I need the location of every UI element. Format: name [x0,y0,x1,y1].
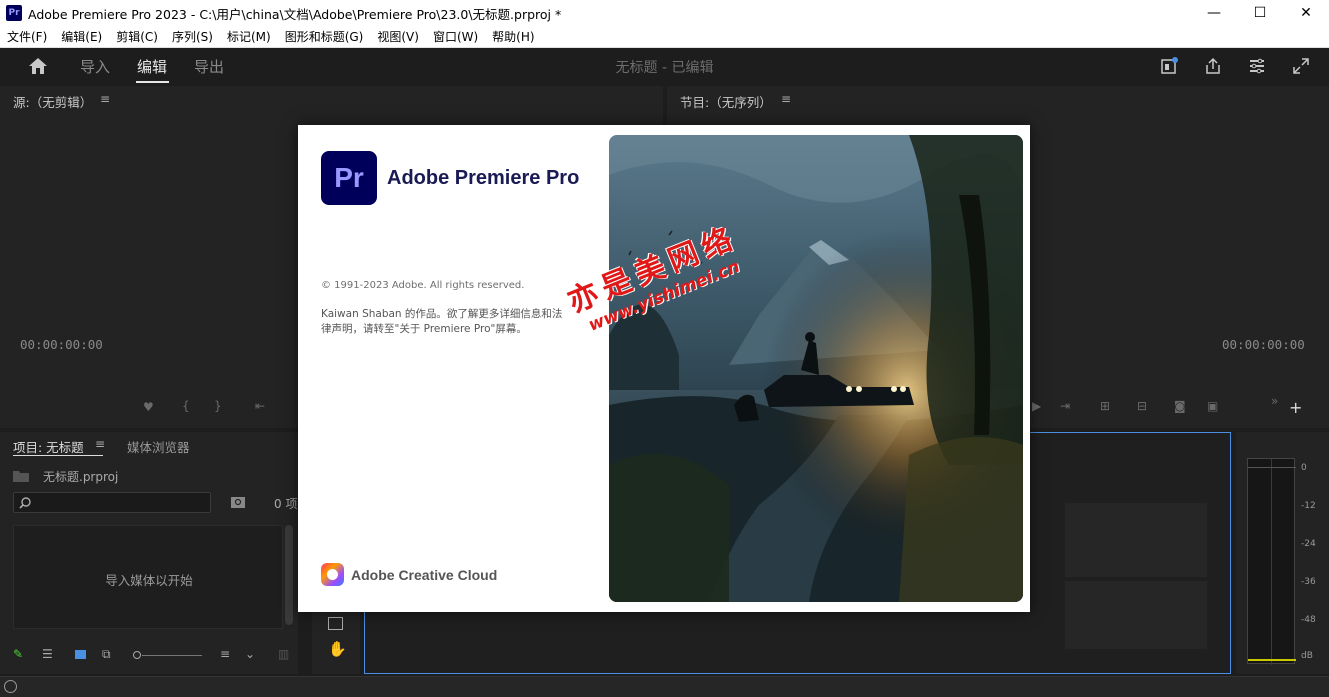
project-search-input[interactable] [13,492,211,513]
menu-view[interactable]: 视图(V) [370,28,426,45]
rectangle-tool-icon[interactable] [328,617,343,630]
new-search-bin-icon[interactable] [231,496,245,508]
add-button-icon[interactable]: + [1289,398,1302,417]
maximize-button[interactable]: ☐ [1237,0,1283,26]
meter-tick: -24 [1301,539,1316,549]
source-panel-title: 源:（无剪辑） [13,95,93,110]
project-panel: 项目: 无标题 ≡ 媒体浏览器 无标题.prproj 0 项 导入媒体以开始 ✎… [0,432,298,674]
lift-icon[interactable]: ⊞ [1100,399,1110,413]
source-panel-menu-icon[interactable]: ≡ [100,92,110,106]
menu-sequence[interactable]: 序列(S) [165,28,220,45]
meter-tick: 0 [1301,463,1307,473]
menu-markers[interactable]: 标记(M) [220,28,278,45]
meter-tick: -36 [1301,577,1316,587]
active-tab-indicator [136,81,169,83]
meter-top-line [1248,467,1296,468]
sort-icons-icon[interactable]: ≡ [220,647,230,661]
premiere-logo: Pr [321,151,377,205]
share-icon[interactable] [1203,56,1223,76]
splash-screen: Pr Adobe Premiere Pro © 1991-2023 Adobe.… [298,125,1030,612]
window-controls: — ☐ ✕ [1191,0,1329,26]
project-file-name: 无标题.prproj [43,470,119,484]
zoom-slider-handle[interactable] [133,651,141,659]
splash-artwork-credit: Kaiwan Shaban 的作品。欲了解更多详细信息和法律声明，请转至"关于 … [321,308,563,335]
tab-media-browser[interactable]: 媒体浏览器 [127,437,190,456]
menu-edit[interactable]: 编辑(E) [54,28,109,45]
tools-panel: ✋ [312,612,360,674]
minimize-button[interactable]: — [1191,0,1237,26]
audio-meter-bars [1247,458,1296,665]
splash-product-name: Adobe Premiere Pro [387,167,580,189]
folder-icon [13,471,29,482]
pencil-icon[interactable]: ✎ [13,647,23,661]
project-scrollbar[interactable] [285,525,293,625]
quick-export-icon[interactable] [1160,56,1180,76]
audio-meter-panel: 0 -12 -24 -36 -48 dB [1236,432,1329,674]
fullscreen-icon[interactable] [1291,56,1311,76]
close-button[interactable]: ✕ [1283,0,1329,26]
menu-file[interactable]: 文件(F) [0,28,54,45]
meter-tick: -12 [1301,501,1316,511]
export-frame-icon[interactable]: ◙ [1174,399,1186,413]
menu-graphics[interactable]: 图形和标题(G) [278,28,371,45]
mark-in-icon[interactable]: { [182,399,190,413]
icon-view-icon[interactable] [75,650,86,659]
project-tab-underline [13,455,103,456]
status-bar [0,676,1329,697]
step-forward-icon[interactable]: ▶ [1032,399,1041,413]
chevron-down-icon[interactable]: ⌄ [245,647,255,661]
splash-copyright: © 1991-2023 Adobe. All rights reserved. [321,280,525,291]
menu-bar: 文件(F) 编辑(E) 剪辑(C) 序列(S) 标记(M) 图形和标题(G) 视… [0,26,1329,48]
menu-clip[interactable]: 剪辑(C) [109,28,165,45]
source-timecode: 00:00:00:00 [20,337,103,352]
premiere-app-icon: Pr [6,5,22,21]
project-panel-menu-icon[interactable]: ≡ [95,437,105,451]
meter-tick: -48 [1301,615,1316,625]
zoom-slider-track[interactable] [142,655,202,656]
import-media-prompt: 导入媒体以开始 [105,573,193,588]
extract-icon[interactable]: ⊟ [1137,399,1147,413]
splash-creative-cloud-label: Adobe Creative Cloud [351,567,498,583]
hand-tool-icon[interactable]: ✋ [328,640,347,658]
automate-to-sequence-icon[interactable]: ▥ [278,647,289,661]
freeform-view-icon[interactable]: ⧉ [102,647,111,662]
workspaces-icon[interactable] [1247,56,1267,76]
creative-cloud-logo-icon [321,563,344,586]
meter-level [1248,659,1296,661]
program-panel-menu-icon[interactable]: ≡ [781,92,791,106]
meter-tick: dB [1301,651,1313,661]
project-status-title: 无标题 - 已编辑 [615,60,714,76]
timeline-track-area-lower [1065,581,1207,649]
button-editor-icon[interactable]: » [1271,394,1278,408]
comparison-view-icon[interactable]: ▣ [1207,399,1218,413]
meter-divider [1271,459,1272,665]
search-icon [19,497,31,509]
title-bar: Pr Adobe Premiere Pro 2023 - C:\用户\china… [0,0,1329,26]
creative-cloud-status-icon[interactable] [4,680,17,693]
menu-window[interactable]: 窗口(W) [426,28,485,45]
splash-artwork-image [609,135,1023,602]
workspace-bar: 导入 编辑 导出 无标题 - 已编辑 [0,48,1329,84]
program-timecode: 00:00:00:00 [1222,337,1305,352]
tab-project[interactable]: 项目: 无标题 [13,437,84,456]
list-view-icon[interactable]: ☰ [42,647,53,661]
project-item-count: 0 项 [274,497,298,511]
go-to-in-icon[interactable]: ⇤ [255,399,265,413]
go-to-out-icon[interactable]: ⇥ [1060,399,1070,413]
project-media-area[interactable]: 导入媒体以开始 [13,525,283,629]
add-marker-icon[interactable]: ♥ [143,400,154,414]
window-title: Adobe Premiere Pro 2023 - C:\用户\china\文档… [28,6,562,22]
program-panel-title: 节目:（无序列） [680,95,772,110]
timeline-track-area [1065,503,1207,577]
menu-help[interactable]: 帮助(H) [485,28,541,45]
mark-out-icon[interactable]: } [214,399,222,413]
